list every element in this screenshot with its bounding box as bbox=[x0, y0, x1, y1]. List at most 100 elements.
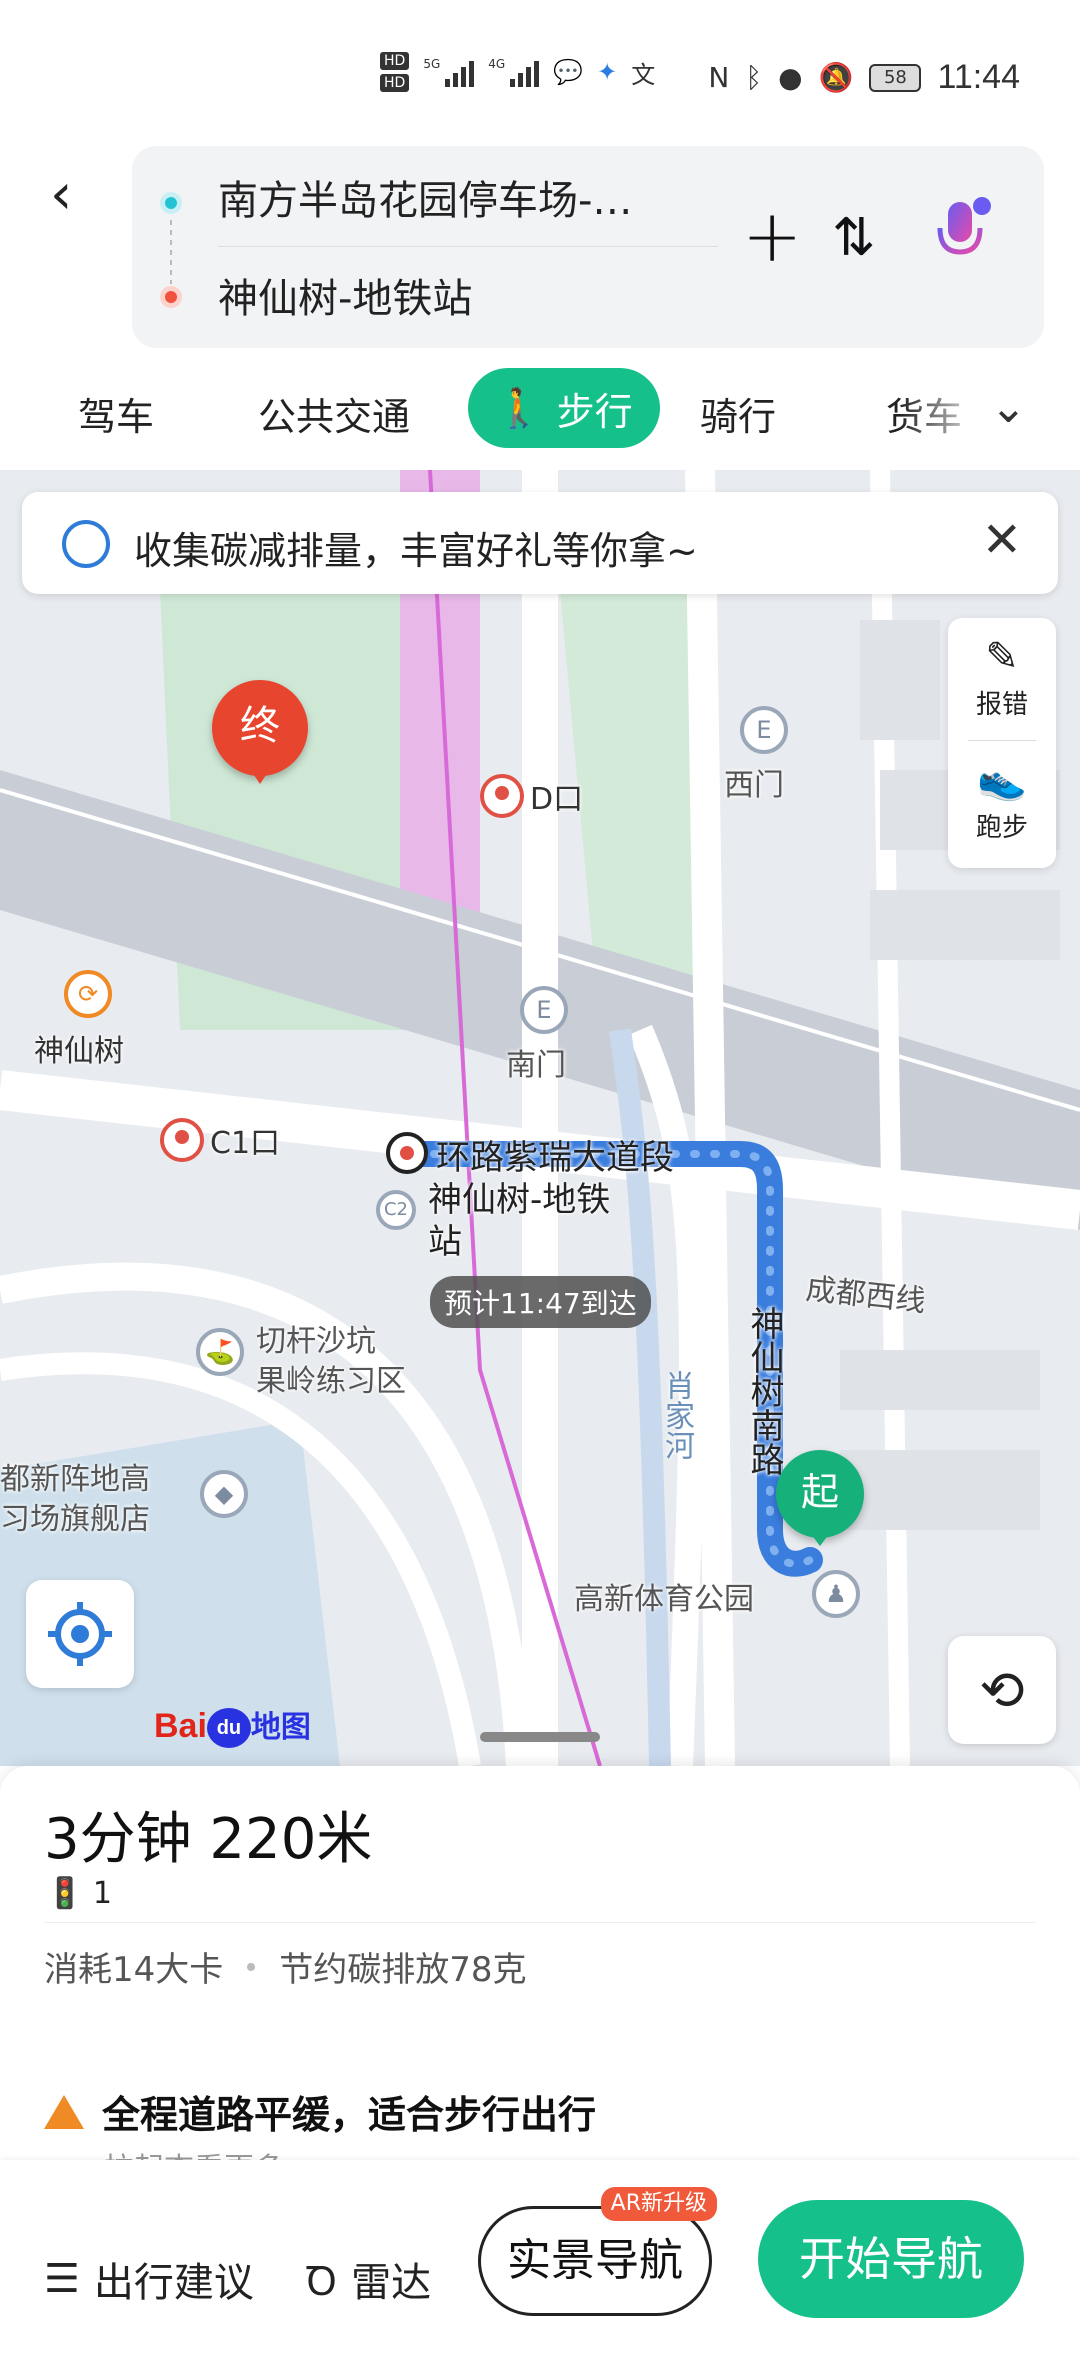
traffic-lights: 🚦 1 bbox=[46, 1876, 112, 1911]
poi-practice-label-2[interactable]: 果岭练习区 bbox=[256, 1356, 406, 1400]
sim-hd-icons: HD HD bbox=[380, 52, 410, 92]
destination-field[interactable]: 神仙树-地铁站 bbox=[218, 266, 472, 324]
poi-store-label[interactable]: 都新阵地高 bbox=[0, 1454, 150, 1498]
shenxianshu-label[interactable]: 神仙树 bbox=[34, 1026, 124, 1070]
back-icon[interactable]: ‹ bbox=[50, 165, 100, 225]
south-gate-label[interactable]: 南门 bbox=[506, 1040, 566, 1084]
stats-separator bbox=[247, 1962, 256, 1971]
station-marker[interactable] bbox=[386, 1132, 428, 1174]
logo-map: 地图 bbox=[250, 1711, 311, 1744]
duration-distance: 3分钟 220米 bbox=[44, 1807, 373, 1872]
report-label: 报错 bbox=[975, 690, 1028, 720]
warning-icon bbox=[44, 2094, 84, 2129]
add-waypoint-icon[interactable]: + bbox=[742, 196, 802, 276]
battery-icon: 58 bbox=[869, 63, 922, 92]
voice-input-icon[interactable] bbox=[932, 194, 992, 274]
traffic-light-icon: 🚦 bbox=[46, 1876, 84, 1911]
carbon-text: 节约碳排放78克 bbox=[279, 1950, 527, 1990]
road-label-vertical: 神仙树南路 bbox=[744, 1306, 784, 1476]
eta-badge: 预计11:47到达 bbox=[430, 1276, 651, 1328]
ar-navigation-button[interactable]: 实景导航 AR新升级 bbox=[478, 2187, 717, 2316]
logo-bai: Bai bbox=[154, 1707, 207, 1745]
status-left: HD HD 5G 4G 💬 ✦ 文 bbox=[380, 52, 655, 92]
hd-icon: HD bbox=[380, 74, 410, 92]
travel-mode-tabs: 驾车 公共交通 🚶 步行 骑行 货车 ⌄ bbox=[0, 368, 1080, 458]
destination-dot-icon bbox=[160, 286, 182, 308]
app-notification-icon: ✦ bbox=[597, 58, 618, 86]
gate-icon: E bbox=[740, 706, 788, 754]
start-navigation-button[interactable]: 开始导航 bbox=[758, 2200, 1024, 2318]
tip-title: 全程道路平缓，适合步行出行 bbox=[102, 2093, 597, 2137]
locate-me-button[interactable] bbox=[26, 1580, 134, 1688]
tabs-fade bbox=[900, 368, 990, 458]
west-gate-label[interactable]: 西门 bbox=[724, 760, 784, 804]
mute-icon: 🔕 bbox=[818, 61, 854, 94]
clock: 11:44 bbox=[937, 58, 1020, 96]
sneaker-icon: 👟 bbox=[977, 757, 1027, 803]
list-icon: ☰ bbox=[44, 2256, 80, 2302]
drag-handle[interactable] bbox=[480, 1732, 600, 1742]
ar-upgrade-badge: AR新升级 bbox=[600, 2187, 717, 2221]
banner-text: 收集碳减排量，丰富好礼等你拿~ bbox=[134, 529, 698, 573]
refresh-route-icon[interactable]: ⟲ bbox=[948, 1636, 1056, 1744]
poi-practice-label[interactable]: 切杆沙坑 bbox=[256, 1316, 376, 1360]
map-canvas bbox=[0, 470, 1080, 1766]
tab-drive[interactable]: 驾车 bbox=[78, 386, 154, 441]
origin-field[interactable]: 南方半岛花园停车场-… bbox=[218, 168, 688, 226]
map-side-tools: ✎ 报错 👟 跑步 bbox=[948, 618, 1056, 868]
run-label: 跑步 bbox=[975, 813, 1028, 843]
suggestion-label: 出行建议 bbox=[93, 2260, 254, 2306]
tab-transit[interactable]: 公共交通 bbox=[258, 386, 410, 441]
traffic-light-count: 1 bbox=[92, 1876, 112, 1911]
tab-walk-label: 步行 bbox=[556, 389, 633, 434]
poi-store-label-2[interactable]: 习场旗舰店 bbox=[0, 1494, 150, 1538]
route-input-card: 南方半岛花园停车场-… 神仙树-地铁站 + ⇅ bbox=[132, 146, 1044, 348]
run-button[interactable]: 👟 跑步 bbox=[948, 756, 1056, 844]
ar-nav-label: 实景导航 bbox=[507, 2235, 683, 2286]
tab-cycle[interactable]: 骑行 bbox=[700, 386, 776, 441]
bluetooth-icon: ᛒ bbox=[745, 61, 763, 94]
walker-badge-icon bbox=[62, 520, 110, 568]
logo-paw: du bbox=[206, 1708, 251, 1749]
signal-5g-icon: 5G bbox=[423, 57, 475, 87]
store-icon: ◆ bbox=[200, 1470, 248, 1518]
nfc-icon: N bbox=[708, 61, 730, 94]
exit-c1-pin-icon[interactable] bbox=[160, 1118, 204, 1162]
chevron-down-icon[interactable]: ⌄ bbox=[990, 382, 1027, 433]
status-right: N ᛒ ● 🔕 58 11:44 bbox=[708, 58, 1020, 97]
summary-divider bbox=[44, 1922, 1036, 1923]
transfer-icon: ⟳ bbox=[64, 970, 112, 1018]
route-connector bbox=[170, 220, 172, 284]
suggestion-button[interactable]: ☰ 出行建议 bbox=[44, 2250, 254, 2308]
crosshair-icon bbox=[48, 1602, 112, 1666]
location-icon: ● bbox=[778, 61, 803, 94]
carbon-banner[interactable]: 收集碳减排量，丰富好礼等你拿~ ✕ bbox=[22, 492, 1058, 594]
edit-icon: ✎ bbox=[985, 634, 1019, 680]
swap-route-icon[interactable]: ⇅ bbox=[832, 208, 876, 268]
origin-marker[interactable]: 起 bbox=[776, 1450, 864, 1546]
radar-label: 雷达 bbox=[351, 2260, 432, 2306]
exit-c1-label[interactable]: C1口 bbox=[210, 1118, 280, 1162]
signal-4g-icon: 4G bbox=[488, 57, 540, 87]
metro-exit-icon: C2 bbox=[376, 1190, 416, 1230]
exit-d-label[interactable]: D口 bbox=[530, 774, 583, 818]
destination-marker[interactable]: 终 bbox=[212, 680, 308, 784]
station-name-label-2: 站 bbox=[428, 1222, 462, 1262]
radar-icon: Ꝺ bbox=[306, 2258, 338, 2305]
translate-icon: 文 bbox=[631, 60, 656, 89]
tab-walk[interactable]: 🚶 步行 bbox=[468, 368, 660, 448]
field-divider bbox=[218, 246, 718, 247]
gate-icon: E bbox=[520, 986, 568, 1034]
tool-divider bbox=[968, 740, 1036, 741]
route-stats: 消耗14大卡 节约碳排放78克 bbox=[44, 1942, 527, 1991]
radar-button[interactable]: Ꝺ 雷达 bbox=[306, 2250, 431, 2308]
exit-d-pin-icon[interactable] bbox=[480, 774, 524, 818]
park-label[interactable]: 高新体育公园 bbox=[574, 1574, 754, 1618]
hd-icon: HD bbox=[380, 52, 410, 70]
close-icon[interactable]: ✕ bbox=[982, 512, 1022, 568]
bottom-action-bar: ☰ 出行建议 Ꝺ 雷达 实景导航 AR新升级 开始导航 bbox=[0, 2160, 1080, 2376]
report-error-button[interactable]: ✎ 报错 bbox=[948, 634, 1056, 721]
map-view[interactable]: 收集碳减排量，丰富好礼等你拿~ ✕ ✎ 报错 👟 跑步 终 D口 E 西门 E … bbox=[0, 470, 1080, 1766]
calories-text: 消耗14大卡 bbox=[44, 1950, 224, 1990]
status-bar: HD HD 5G 4G 💬 ✦ 文 N ᛒ ● 🔕 58 11:44 bbox=[0, 0, 1080, 150]
